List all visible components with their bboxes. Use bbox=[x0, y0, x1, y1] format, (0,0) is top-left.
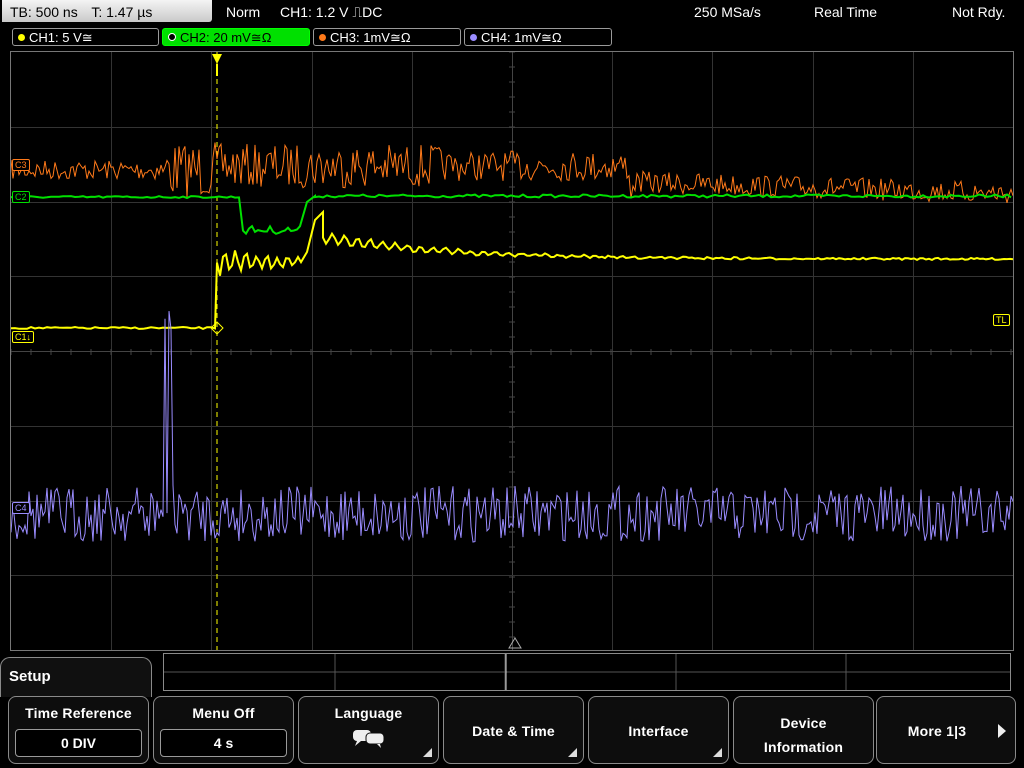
language-softkey[interactable]: Language bbox=[298, 696, 439, 764]
channel-label: CH4: 1mV≅Ω bbox=[481, 30, 562, 45]
trigger-level-marker[interactable]: TL bbox=[993, 314, 1010, 326]
softkey-label: More 1|3 bbox=[907, 723, 967, 739]
softkey-label: Menu Off bbox=[192, 705, 255, 721]
softkey-label: Interface bbox=[628, 723, 689, 739]
softkey-label: Time Reference bbox=[25, 705, 132, 721]
ch3-dot-icon bbox=[319, 34, 326, 41]
channel-label: CH2: 20 mV≅Ω bbox=[180, 30, 272, 45]
waveform-canvas bbox=[11, 52, 1013, 650]
device-information-softkey[interactable]: Device Information bbox=[733, 696, 874, 764]
softkey-label: Device Information bbox=[763, 715, 844, 755]
ch2-waveform bbox=[11, 193, 1012, 236]
time-reference-icon bbox=[508, 637, 522, 649]
channel-chip-ch3[interactable]: CH3: 1mV≅Ω bbox=[313, 28, 461, 46]
acquisition-state: Not Rdy. bbox=[952, 4, 1006, 20]
interface-softkey[interactable]: Interface bbox=[588, 696, 729, 764]
menu-title: Setup bbox=[9, 668, 51, 685]
submenu-corner-icon bbox=[423, 748, 432, 757]
trigger-position-icon bbox=[212, 54, 222, 64]
ch1-offset-marker[interactable]: C1↓ bbox=[12, 331, 35, 343]
channel-label: CH3: 1mV≅Ω bbox=[330, 30, 411, 45]
channel-chip-ch4[interactable]: CH4: 1mV≅Ω bbox=[464, 28, 612, 46]
acquisition-mode: Real Time bbox=[814, 4, 878, 20]
timebase-box[interactable]: TB: 500 ns T: 1.47 µs bbox=[2, 0, 212, 22]
submenu-corner-icon bbox=[713, 748, 722, 757]
softkey-label: Date & Time bbox=[472, 723, 555, 739]
ch1-dot-icon bbox=[18, 34, 25, 41]
timebase-readout: TB: 500 ns bbox=[10, 4, 78, 20]
overview-strip bbox=[163, 653, 1011, 691]
submenu-corner-icon bbox=[568, 748, 577, 757]
date-time-softkey[interactable]: Date & Time bbox=[443, 696, 584, 764]
trigger-time-readout: T: 1.47 µs bbox=[91, 4, 153, 20]
trigger-mode[interactable]: Norm bbox=[226, 0, 260, 24]
softkey-label: Language bbox=[334, 705, 403, 721]
ch2-dot-icon bbox=[168, 33, 176, 41]
status-bar: TB: 500 ns T: 1.47 µs Norm CH1: 1.2 V ⎍D… bbox=[0, 0, 1024, 24]
ch4-offset-marker[interactable]: C4 bbox=[12, 502, 30, 514]
ch2-offset-marker[interactable]: C2 bbox=[12, 191, 30, 203]
more-softkey[interactable]: More 1|3 bbox=[876, 696, 1016, 764]
time-reference-softkey[interactable]: Time Reference 0 DIV bbox=[8, 696, 149, 764]
ch4-dot-icon bbox=[470, 34, 477, 41]
sample-rate: 250 MSa/s bbox=[694, 4, 761, 20]
speech-bubbles-icon bbox=[352, 730, 384, 748]
channel-chip-ch1[interactable]: CH1: 5 V≅ bbox=[12, 28, 159, 46]
waveform-display[interactable]: C3 C2 C1↓ C4 TL bbox=[10, 51, 1014, 651]
menu-title-tab: Setup bbox=[0, 657, 152, 697]
time-reference-value[interactable]: 0 DIV bbox=[15, 729, 142, 757]
channel-chip-ch2[interactable]: CH2: 20 mV≅Ω bbox=[162, 28, 310, 46]
menu-off-value[interactable]: 4 s bbox=[160, 729, 287, 757]
ch3-offset-marker[interactable]: C3 bbox=[12, 159, 30, 171]
play-arrow-icon bbox=[998, 724, 1006, 738]
trigger-source[interactable]: CH1: 1.2 V ⎍DC bbox=[280, 0, 382, 24]
menu-off-softkey[interactable]: Menu Off 4 s bbox=[153, 696, 294, 764]
channel-label: CH1: 5 V≅ bbox=[29, 30, 93, 45]
overview-grid bbox=[164, 654, 1010, 690]
